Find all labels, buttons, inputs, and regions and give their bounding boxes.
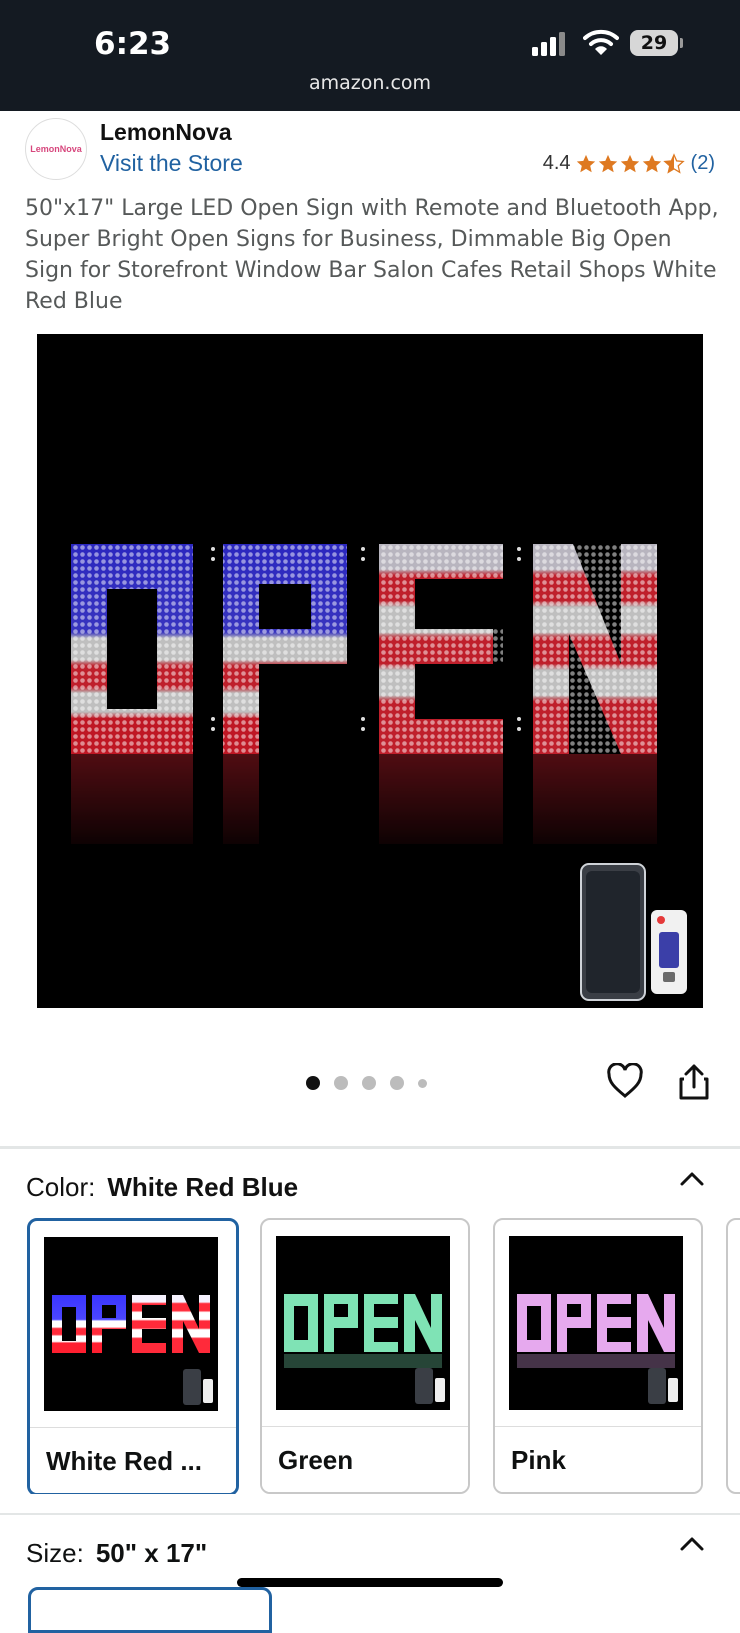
heart-icon[interactable] <box>606 1063 644 1099</box>
pager-dot-active[interactable] <box>306 1076 320 1090</box>
chevron-up-icon[interactable] <box>678 1533 706 1553</box>
color-option-white-red-blue[interactable]: White Red ... <box>27 1218 239 1494</box>
star-rating <box>575 152 685 175</box>
visit-store-link[interactable]: Visit the Store <box>100 150 243 177</box>
pager-dot[interactable] <box>362 1076 376 1090</box>
cellular-signal-icon <box>532 32 565 56</box>
color-label: Color: <box>26 1172 96 1202</box>
swatch-image <box>276 1236 450 1410</box>
battery-cap <box>680 38 683 48</box>
remote-control-image <box>651 910 687 994</box>
mini-sign-image <box>284 1294 445 1404</box>
battery-level: 29 <box>630 30 678 56</box>
star-icon <box>620 154 639 172</box>
pager-dot[interactable] <box>390 1076 404 1090</box>
swatch-label: White Red ... <box>30 1427 236 1493</box>
section-divider <box>0 1513 740 1515</box>
star-icon <box>598 154 617 172</box>
size-option-selected[interactable] <box>28 1587 272 1633</box>
pager-dot[interactable] <box>334 1076 348 1090</box>
share-icon[interactable] <box>678 1063 710 1101</box>
wifi-icon <box>583 29 619 55</box>
mini-sign-image <box>517 1294 678 1404</box>
product-title: 50"x17" Large LED Open Sign with Remote … <box>25 196 719 314</box>
home-indicator[interactable] <box>237 1578 503 1587</box>
color-option-next-partial[interactable] <box>726 1218 740 1494</box>
color-selector-header: Color: White Red Blue <box>26 1172 298 1203</box>
color-option-pink[interactable]: Pink <box>493 1218 703 1494</box>
product-image[interactable] <box>37 334 703 1008</box>
star-icon <box>642 154 661 172</box>
size-selector-header: Size: 50" x 17" <box>26 1538 207 1569</box>
brand-logo[interactable]: LemonNova <box>25 118 87 180</box>
mini-sign-image <box>52 1295 213 1405</box>
chevron-up-icon[interactable] <box>678 1168 706 1188</box>
brand-name[interactable]: LemonNova <box>100 119 232 146</box>
section-divider <box>0 1146 740 1149</box>
rating-summary[interactable]: 4.4 (2) <box>543 152 715 175</box>
selected-color: White Red Blue <box>107 1172 299 1202</box>
swatch-label: Green <box>262 1426 468 1492</box>
remote-buttons-icon <box>657 916 679 982</box>
swatch-image <box>509 1236 683 1410</box>
color-swatch-list: White Red ... Green Pink <box>25 1218 740 1494</box>
half-star-icon <box>662 152 685 174</box>
star-icon <box>576 154 595 172</box>
rating-value: 4.4 <box>542 152 571 174</box>
pager-dot[interactable] <box>418 1078 427 1088</box>
swatch-image <box>44 1237 218 1411</box>
size-label: Size: <box>26 1538 84 1568</box>
url-bar[interactable]: amazon.com <box>0 72 740 94</box>
image-pager[interactable] <box>306 1076 427 1090</box>
rating-count[interactable]: (2) <box>691 152 715 175</box>
clock: 6:23 <box>94 26 172 62</box>
status-bar: 6:23 29 amazon.com <box>0 0 740 111</box>
phone-screen <box>586 871 640 993</box>
swatch-label: Pink <box>495 1426 701 1492</box>
selected-size: 50" x 17" <box>95 1538 208 1568</box>
phone-app-image <box>580 863 646 1001</box>
color-option-green[interactable]: Green <box>260 1218 470 1494</box>
brand-logo-text: LemonNova <box>30 144 82 154</box>
